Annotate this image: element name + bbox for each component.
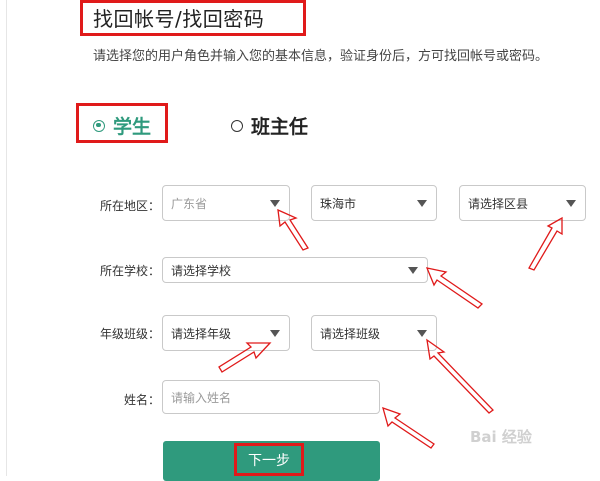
annotation-arrows xyxy=(218,208,563,449)
arrow-to-class xyxy=(426,338,494,414)
watermark: Bai 经验 xyxy=(470,428,532,446)
arrow-to-school xyxy=(425,267,484,309)
arrow-to-district xyxy=(528,216,563,271)
arrow-to-name xyxy=(382,406,435,449)
arrow-to-province xyxy=(277,208,309,251)
arrow-to-grade xyxy=(218,342,272,373)
